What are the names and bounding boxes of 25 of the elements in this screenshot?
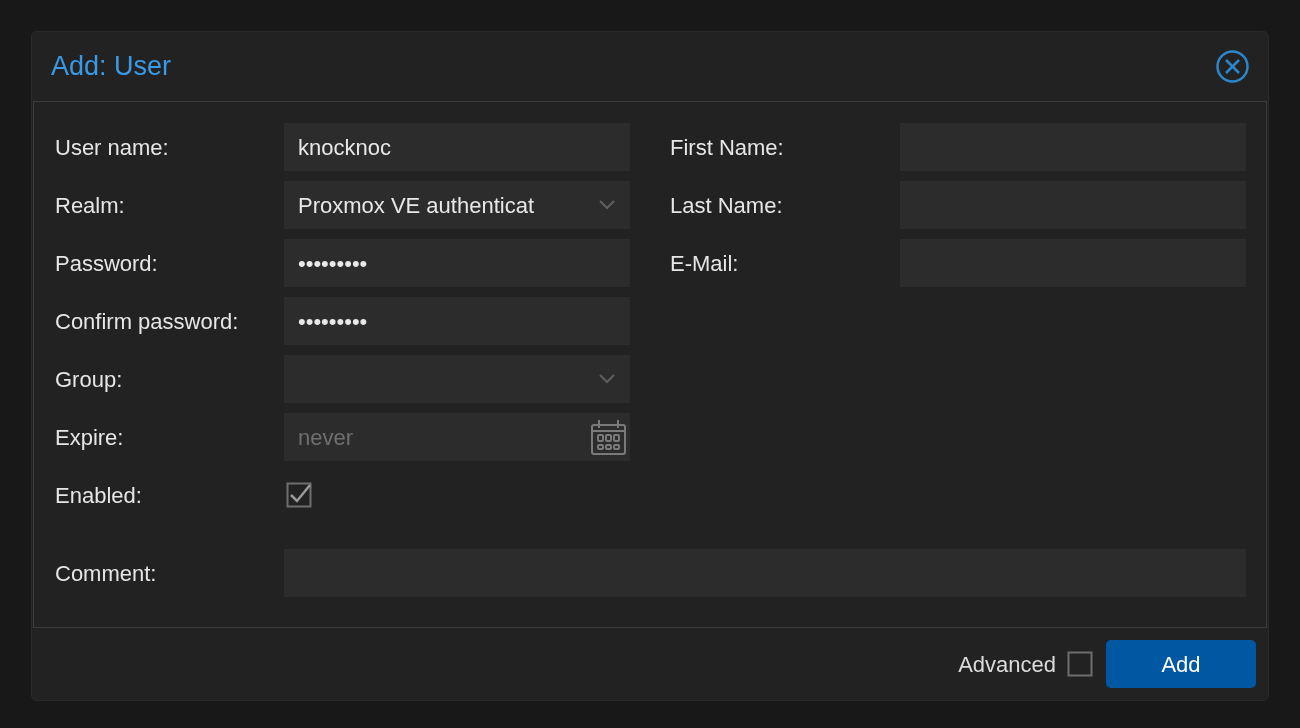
chevron-down-icon bbox=[599, 374, 615, 384]
field-label: User name: bbox=[55, 133, 170, 162]
field-label: E-Mail: bbox=[670, 249, 740, 278]
chevron-down-icon bbox=[599, 200, 615, 210]
add-button[interactable]: Add bbox=[1106, 640, 1256, 688]
field-label: Last Name: bbox=[670, 191, 784, 220]
close-icon[interactable] bbox=[1216, 50, 1249, 83]
field-label: First Name: bbox=[670, 133, 785, 162]
advanced-label: Advanced bbox=[958, 650, 1056, 679]
dropdown-field[interactable]: Proxmox VE authenticat bbox=[284, 181, 630, 229]
field-label: Enabled: bbox=[55, 481, 143, 510]
input-field[interactable]: ••••••••• bbox=[284, 239, 630, 287]
dialog-title: Add: User bbox=[51, 50, 172, 84]
field-label: Expire: bbox=[55, 423, 125, 452]
field-label: Confirm password: bbox=[55, 307, 240, 336]
field-label: Password: bbox=[55, 249, 159, 278]
checkbox[interactable] bbox=[1067, 651, 1093, 677]
field-label: Group: bbox=[55, 365, 124, 394]
field-label: Comment: bbox=[55, 559, 158, 588]
field-label: Realm: bbox=[55, 191, 126, 220]
input-field[interactable]: ••••••••• bbox=[284, 297, 630, 345]
dropdown-field[interactable] bbox=[284, 355, 630, 403]
input-field[interactable]: knocknoc bbox=[284, 123, 630, 171]
checked-checkbox[interactable] bbox=[286, 482, 312, 508]
calendar-icon[interactable] bbox=[590, 418, 627, 456]
